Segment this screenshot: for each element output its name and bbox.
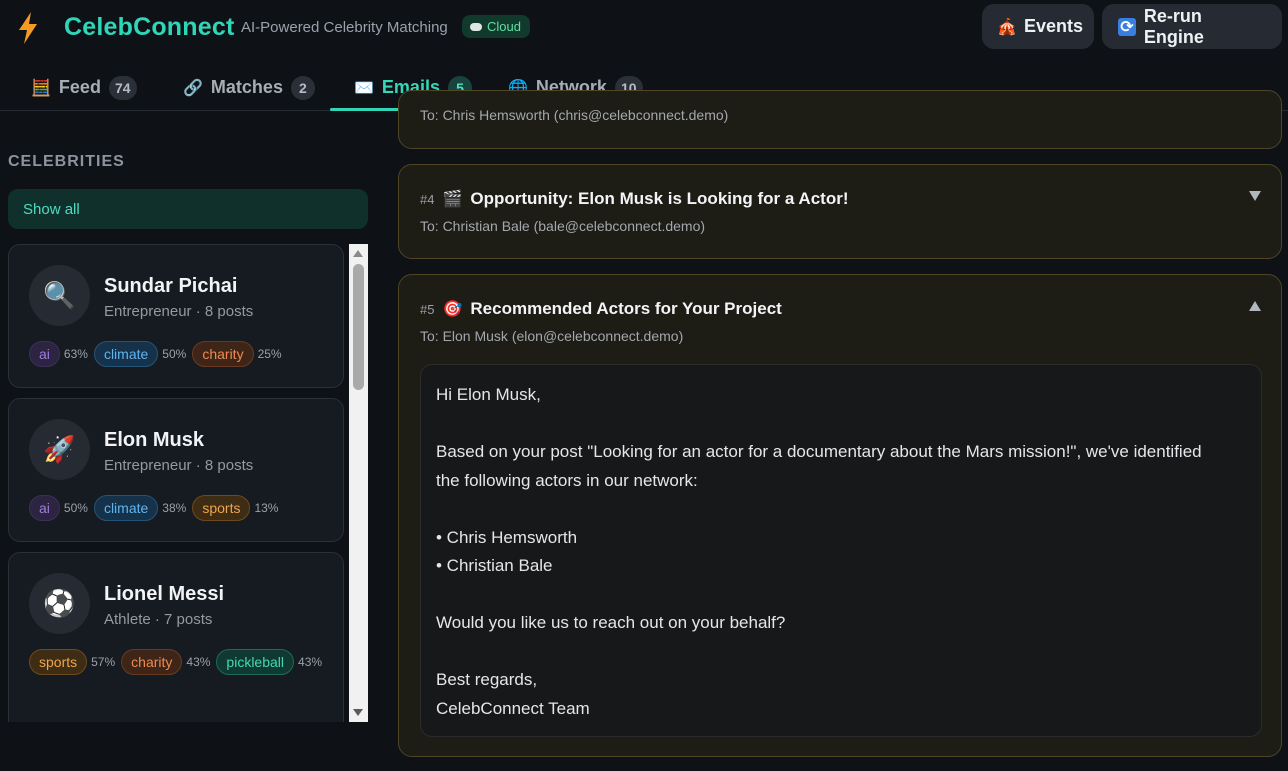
clapperboard-icon: 🎬 [442,191,463,208]
tag-percent: 57% [91,655,116,669]
avatar: 🚀 [29,419,90,480]
tag-pickleball[interactable]: pickleball [216,649,295,675]
email-card-4[interactable]: #4 🎬 Opportunity: Elon Musk is Looking f… [398,164,1282,259]
email-number: #5 [420,301,435,317]
lightning-bolt-icon [19,12,37,44]
magnifier-icon: 🔍 [43,280,76,310]
email-body-line: Hi Elon Musk, [436,385,541,404]
rocket-icon: 🚀 [43,434,76,464]
tag-charity[interactable]: charity [192,341,254,367]
celebrity-list[interactable]: 🔍 Sundar Pichai Entrepreneur · 8 posts a… [8,244,344,722]
celebrity-card-elon-musk[interactable]: 🚀 Elon Musk Entrepreneur · 8 posts ai 50%… [8,398,344,542]
email-body-line: Would you like us to reach out on your b… [436,613,786,632]
tag-percent: 38% [162,501,187,515]
cloud-icon [470,22,482,31]
tag-ai[interactable]: ai [29,341,60,367]
cloud-badge-label: Cloud [487,19,521,34]
app-title: CelebConnect [64,13,235,41]
rerun-engine-label: Re-run Engine [1143,5,1204,47]
celebrity-meta: Athlete · 7 posts [104,611,213,628]
email-body-line: the following actors in our network: [436,470,698,490]
events-button[interactable]: 🎪 Events [982,4,1094,49]
collapse-chevron-icon[interactable] [1249,301,1261,311]
avatar: 🔍 [29,265,90,326]
celebrity-name: Lionel Messi [104,583,225,605]
interest-tags: ai 63% climate 50% charity 25% [29,341,329,367]
tag-climate[interactable]: climate [93,495,159,521]
tag-sports[interactable]: sports [29,649,88,675]
email-card-partial[interactable]: To: Chris Hemsworth (chris@celebconnect.… [398,90,1282,149]
celebrity-meta: Entrepreneur · 8 posts [104,303,254,320]
email-subject: Opportunity: Elon Musk is Looking for a … [470,189,849,208]
email-number: #4 [420,191,435,207]
tab-count: 74 [108,75,137,100]
interest-tags: ai 50% climate 38% sports 13% [29,495,329,521]
tag-climate[interactable]: climate [93,341,159,367]
tab-label: Matches [210,77,283,97]
email-subject: Recommended Actors for Your Project [470,299,782,318]
celebrity-list-scrollbar[interactable] [349,244,368,722]
link-icon: 🔗 [183,79,203,97]
email-header: #5 🎯 Recommended Actors for Your Project [420,299,782,319]
avatar: ⚽ [29,573,90,634]
tag-percent: 43% [186,655,211,669]
email-body-line [436,581,1246,610]
email-body-line: • Christian Bale [436,556,553,575]
email-card-5[interactable]: #5 🎯 Recommended Actors for Your Project… [398,274,1282,757]
celebrity-meta: Entrepreneur · 8 posts [104,457,254,474]
email-body: Hi Elon Musk, Based on your post "Lookin… [420,364,1262,737]
celebrity-card-sundar-pichai[interactable]: 🔍 Sundar Pichai Entrepreneur · 8 posts a… [8,244,344,388]
interest-tags: sports 57% charity 43% pickleball 43% [29,649,329,675]
scroll-down-arrow-icon[interactable] [353,709,363,716]
circus-tent-icon: 🎪 [997,18,1017,36]
email-body-line: CelebConnect Team [436,698,590,718]
sidebar-title: CELEBRITIES [8,153,125,170]
celebrity-card-lionel-messi[interactable]: ⚽ Lionel Messi Athlete · 7 posts sports 5… [8,552,344,722]
tag-percent: 63% [63,347,88,361]
email-body-line [436,410,1246,439]
email-body-line: Based on your post "Looking for an actor… [436,442,1202,461]
tag-sports[interactable]: sports [192,495,251,521]
scrollbar-thumb[interactable] [353,264,364,390]
email-recipient: To: Elon Musk (elon@celebconnect.demo) [420,328,684,344]
show-all-button[interactable]: Show all [8,189,368,229]
expand-chevron-icon[interactable] [1249,191,1261,201]
scroll-up-arrow-icon[interactable] [353,250,363,257]
email-header: #4 🎬 Opportunity: Elon Musk is Looking f… [420,189,848,209]
events-button-label: Events [1024,16,1084,36]
tag-percent: 43% [298,655,323,669]
app-subtitle: AI-Powered Celebrity Matching [241,19,448,36]
email-body-line [436,638,1246,667]
celebrity-name: Sundar Pichai [104,275,238,297]
email-body-line: • Chris Hemsworth [436,527,578,547]
email-recipient: To: Christian Bale (bale@celebconnect.de… [420,218,706,234]
tag-charity[interactable]: charity [121,649,183,675]
rerun-engine-button[interactable]: ⟳ Re-run Engine [1102,4,1282,49]
tag-percent: 13% [254,501,279,515]
email-recipient: To: Chris Hemsworth (chris@celebconnect.… [420,107,729,123]
target-icon: 🎯 [442,301,463,318]
tab-count: 2 [290,75,315,100]
tab-feed[interactable]: 🧮 Feed 74 [31,64,137,111]
top-header: CelebConnect AI-Powered Celebrity Matchi… [0,0,1288,58]
refresh-icon: ⟳ [1118,17,1136,36]
tag-ai[interactable]: ai [29,495,60,521]
envelope-icon: ✉️ [354,79,374,97]
abacus-icon: 🧮 [31,79,51,97]
tag-percent: 50% [63,501,88,515]
tab-label: Feed [58,77,101,97]
email-body-line: Best regards, [436,670,538,689]
app-root: CelebConnect AI-Powered Celebrity Matchi… [0,0,1288,771]
cloud-status-badge: Cloud [462,15,530,38]
tag-percent: 25% [257,347,282,361]
celebrity-name: Elon Musk [104,429,205,451]
tab-matches[interactable]: 🔗 Matches 2 [183,64,315,111]
soccer-ball-icon: ⚽ [43,588,76,618]
tag-percent: 50% [162,347,187,361]
email-body-line [436,495,1246,524]
